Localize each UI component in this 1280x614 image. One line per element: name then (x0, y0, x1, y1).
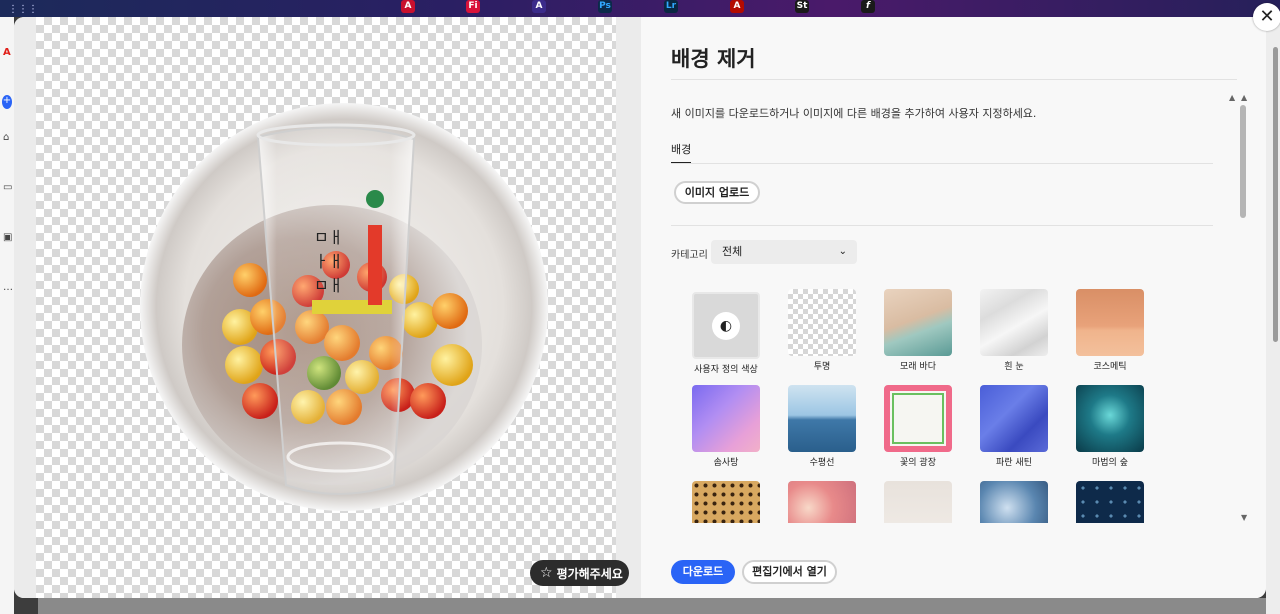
adobe-logo-icon: A (3, 47, 11, 58)
background-tile-label: 코스메틱 (1093, 362, 1127, 372)
category-dropdown[interactable]: 전체 ⌄ (711, 240, 857, 264)
custom-color-thumb: ◐ (692, 292, 760, 359)
background-tile-custom-color[interactable]: ◐ 사용자 정의 색상 (692, 292, 760, 375)
title-divider (671, 79, 1237, 80)
close-dialog-button[interactable]: ✕ (1253, 3, 1280, 31)
background-tile-label: 사용자 정의 색상 (694, 365, 758, 375)
cutout-image: ㅁㅐ ㅏㅐ ㅁㅐ (140, 103, 548, 511)
dialog-description: 새 이미지를 다운로드하거나 이미지에 다른 배경을 추가하여 사용자 지정하세… (671, 107, 1037, 120)
leopard-thumb (692, 481, 760, 523)
background-tile-label: 모래 바다 (900, 362, 936, 372)
white-snow-thumb (980, 289, 1048, 356)
dock-app-fonts-icon[interactable]: f (861, 0, 875, 13)
bokeh-thumb (788, 481, 856, 523)
more-icon: … (3, 282, 13, 293)
transparent-thumb (788, 289, 856, 356)
background-options-panel: 배경 제거 새 이미지를 다운로드하거나 이미지에 다른 배경을 추가하여 사용… (641, 17, 1266, 598)
app-grid-icon[interactable]: ⋮⋮⋮ (8, 5, 38, 15)
background-scrollbar-thumb (1273, 47, 1278, 342)
linen-thumb (884, 481, 952, 523)
category-value: 전체 (722, 245, 743, 258)
svg-text:ㅁㅐ: ㅁㅐ (314, 276, 343, 295)
palette-icon: ◐ (712, 312, 740, 340)
background-app-sidebar: A + ⌂ ▭ ▣ … (0, 17, 14, 614)
cosmetic-thumb (1076, 289, 1144, 356)
background-tile-label: 마법의 숲 (1092, 458, 1128, 468)
background-tile-snowflake[interactable] (1076, 481, 1144, 523)
open-in-editor-button[interactable]: 편집기에서 열기 (742, 560, 837, 584)
background-tile-white-snow[interactable]: 흰 눈 (980, 289, 1048, 372)
background-tile-frost[interactable] (980, 481, 1048, 523)
blue-satin-thumb (980, 385, 1048, 452)
scroll-up-icon[interactable]: ▲ (1229, 93, 1235, 102)
background-tile-flower-square[interactable]: 꽃의 광장 (884, 385, 952, 468)
dock-app-fresco-icon[interactable]: Fi (466, 0, 480, 13)
horizon-thumb (788, 385, 856, 452)
magic-forest-thumb (1076, 385, 1144, 452)
background-tile-transparent[interactable]: 투명 (788, 289, 856, 372)
flower-square-thumb (884, 385, 952, 452)
dock-app-lightroom-icon[interactable]: Lr (664, 0, 678, 13)
background-grid: ◐ 사용자 정의 색상 투명 모래 바다 흰 눈 코스메틱 솜사탕 수평선 꽃의… (685, 287, 1205, 523)
background-tile-bokeh[interactable] (788, 481, 856, 523)
svg-text:ㅏㅐ: ㅏㅐ (314, 252, 343, 271)
panel-scrollbar-thumb[interactable] (1240, 105, 1246, 218)
snowflake-thumb (1076, 481, 1144, 523)
cotton-candy-thumb (692, 385, 760, 452)
star-icon: ☆ (540, 565, 553, 581)
svg-text:ㅁㅐ: ㅁㅐ (314, 228, 343, 247)
sand-sea-thumb (884, 289, 952, 356)
scroll-up-icon[interactable]: ▲ (1241, 93, 1247, 102)
dock-app-acrobat-icon[interactable]: A (730, 0, 744, 13)
background-tile-label: 꽃의 광장 (900, 458, 936, 468)
background-tile-sand-sea[interactable]: 모래 바다 (884, 289, 952, 372)
template-icon: ▣ (3, 232, 13, 243)
rate-button-label: 평가해주세요 (556, 566, 623, 581)
upload-image-button[interactable]: 이미지 업로드 (674, 181, 760, 204)
add-icon: + (2, 95, 12, 109)
dock-app-express-icon[interactable]: A (532, 0, 546, 13)
background-tile-label: 투명 (813, 362, 831, 372)
chevron-down-icon: ⌄ (838, 246, 847, 257)
folder-icon: ▭ (3, 182, 13, 193)
background-tile-label: 수평선 (809, 458, 835, 468)
background-app-scrollbar (1266, 17, 1280, 614)
background-tile-leopard[interactable] (692, 481, 760, 523)
scroll-down-icon[interactable]: ▼ (1241, 513, 1247, 522)
category-label: 카테고리 (671, 250, 708, 261)
transparent-checkerboard: ㅁㅐ ㅏㅐ ㅁㅐ (36, 17, 616, 598)
tab-background[interactable]: 배경 (671, 141, 691, 157)
home-icon: ⌂ (3, 132, 10, 143)
dock-app-photoshop-icon[interactable]: Ps (598, 0, 612, 13)
macos-dock: ⋮⋮⋮ A Fi A Ps Lr A St f (0, 0, 1280, 17)
download-button[interactable]: 다운로드 (671, 560, 735, 584)
close-icon: ✕ (1259, 6, 1275, 27)
frost-thumb (980, 481, 1048, 523)
background-tile-cotton-candy[interactable]: 솜사탕 (692, 385, 760, 468)
background-tile-magic-forest[interactable]: 마법의 숲 (1076, 385, 1144, 468)
background-tile-horizon[interactable]: 수평선 (788, 385, 856, 468)
background-tile-label: 솜사탕 (713, 458, 739, 468)
background-tile-linen[interactable] (884, 481, 952, 523)
remove-background-dialog: ㅁㅐ ㅏㅐ ㅁㅐ ☆ 평가해주세요 배경 제거 새 이미지를 다운로드하거나 이… (14, 17, 1266, 598)
dialog-title: 배경 제거 (671, 47, 756, 71)
background-tile-cosmetic[interactable]: 코스메틱 (1076, 289, 1144, 372)
image-preview-area: ㅁㅐ ㅏㅐ ㅁㅐ ☆ 평가해주세요 (14, 17, 641, 598)
upload-divider (671, 225, 1213, 226)
tab-divider (671, 163, 1213, 164)
rate-button[interactable]: ☆ 평가해주세요 (530, 560, 629, 586)
background-tile-label: 파란 새틴 (996, 458, 1032, 468)
background-tile-label: 흰 눈 (1004, 362, 1024, 372)
background-app-bottom (38, 598, 1266, 614)
background-tile-blue-satin[interactable]: 파란 새틴 (980, 385, 1048, 468)
dock-app-acrobat-cloud-icon[interactable]: A (401, 0, 415, 13)
dock-app-stock-icon[interactable]: St (795, 0, 809, 13)
